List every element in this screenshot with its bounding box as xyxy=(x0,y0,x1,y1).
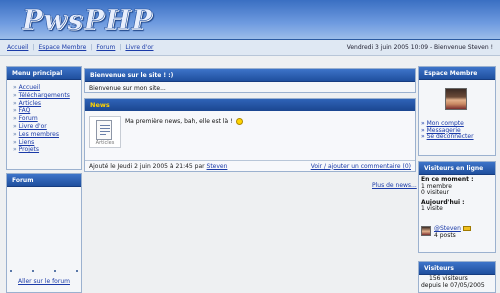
document-icon xyxy=(96,120,112,140)
menu-item-projets[interactable]: » Projets xyxy=(13,146,75,154)
online-user-avatar xyxy=(421,226,431,236)
online-visitors-title: Visiteurs en ligne xyxy=(419,162,495,175)
member-links-list: » Mon compte » Messagerie » Se déconnect… xyxy=(421,120,474,141)
menu-item-membres[interactable]: » Les membres xyxy=(13,131,75,139)
member-space-panel: Espace Membre xyxy=(418,66,496,156)
bullet-icon: » xyxy=(13,146,17,154)
welcome-panel: Bienvenue sur le site ! :) Bienvenue sur… xyxy=(84,68,416,93)
menu-item-faq[interactable]: » FAQ xyxy=(13,107,75,115)
avatar xyxy=(445,88,467,110)
news-panel: News Articles Ma première news, bah, ell… xyxy=(84,98,416,172)
member-space-title: Espace Membre xyxy=(419,67,495,80)
menu-item-forum[interactable]: » Forum xyxy=(13,115,75,123)
online-stats: En ce moment : 1 membre 0 visiteur Aujou… xyxy=(421,176,474,213)
menu-item-articles[interactable]: » Articles xyxy=(13,100,75,108)
more-news-link[interactable]: Plus de news... xyxy=(372,182,417,189)
bullet-icon: » xyxy=(13,115,17,123)
news-body: Ma première news, bah, elle est là ! xyxy=(125,118,233,125)
bullet-icon: » xyxy=(13,122,17,130)
news-header: News xyxy=(85,99,415,111)
online-user-link[interactable]: @Steven xyxy=(434,225,461,232)
visitor-since: depuis le 07/05/2005 xyxy=(421,281,485,289)
comments-link[interactable]: Voir / ajouter un commentaire (0) xyxy=(311,163,411,170)
news-author-link[interactable]: Steven xyxy=(207,163,228,170)
menu-item-livre-dor[interactable]: » Livre d'or xyxy=(13,123,75,131)
bullet-icon: » xyxy=(13,91,17,99)
forum-panel: Forum xyxy=(6,173,82,293)
bullet-icon: » xyxy=(13,107,17,115)
news-meta: Ajouté le Jeudi 2 juin 2005 à 21:45 par … xyxy=(89,162,228,170)
bullet-icon: » xyxy=(13,138,17,146)
welcome-title: Bienvenue sur le site ! :) xyxy=(85,69,415,82)
news-footer: Ajouté le Jeudi 2 juin 2005 à 21:45 par … xyxy=(85,160,415,171)
visitor-stats: 156 visiteurs depuis le 07/05/2005 xyxy=(421,275,485,289)
nav-separator: | xyxy=(119,44,122,51)
site-header: PwsPHP xyxy=(0,0,500,40)
nav-link-livre-dor[interactable]: Livre d'or xyxy=(125,44,153,51)
visitors-title: Visiteurs xyxy=(419,262,495,275)
nav-separator: | xyxy=(32,44,35,51)
site-logo[interactable]: PwsPHP xyxy=(22,5,153,37)
main-menu-title: Menu principal xyxy=(7,67,81,80)
date-welcome-text: Vendredi 3 juin 2005 10:09 - Bienvenue S… xyxy=(346,44,493,51)
now-label: En ce moment : xyxy=(421,176,474,183)
member-link-logout[interactable]: » Se déconnecter xyxy=(421,133,474,141)
main-menu-list: » Accueil » Téléchargements » Articles » FAQ… xyxy=(7,80,81,158)
smiley-icon xyxy=(235,118,243,125)
nav-separator: | xyxy=(90,44,93,51)
top-nav-links: Accueil | Espace Membre | Forum | Livre … xyxy=(7,44,154,51)
bullet-icon: » xyxy=(13,99,17,107)
mail-icon[interactable] xyxy=(462,226,471,231)
nav-link-forum[interactable]: Forum xyxy=(96,44,115,51)
online-user-posts: 4 posts xyxy=(434,231,456,239)
forum-panel-title: Forum xyxy=(7,174,81,187)
bullet-icon: » xyxy=(13,130,17,138)
welcome-text: Bienvenue sur mon site... xyxy=(89,85,166,92)
articles-icon[interactable]: Articles xyxy=(89,116,121,148)
today-visits: 1 visite xyxy=(421,205,443,212)
online-user: @Steven 4 posts xyxy=(434,225,471,239)
menu-item-liens[interactable]: » Liens xyxy=(13,139,75,147)
nav-link-espace-membre[interactable]: Espace Membre xyxy=(38,44,86,51)
bullet-icon: » xyxy=(13,84,17,91)
news-text: Ma première news, bah, elle est là ! xyxy=(125,118,243,125)
articles-icon-caption: Articles xyxy=(95,140,115,146)
top-navbar: Accueil | Espace Membre | Forum | Livre … xyxy=(0,40,500,56)
forum-ticker-dots xyxy=(10,270,78,272)
main-menu-panel: Menu principal » Accueil » Téléchargements… xyxy=(6,66,82,170)
forum-go-link[interactable]: Aller sur le forum xyxy=(18,278,70,285)
menu-item-accueil[interactable]: » Accueil xyxy=(13,84,75,92)
menu-item-telechargements[interactable]: » Téléchargements xyxy=(13,92,75,100)
news-title: News xyxy=(90,101,110,109)
nav-link-accueil[interactable]: Accueil xyxy=(7,44,28,51)
